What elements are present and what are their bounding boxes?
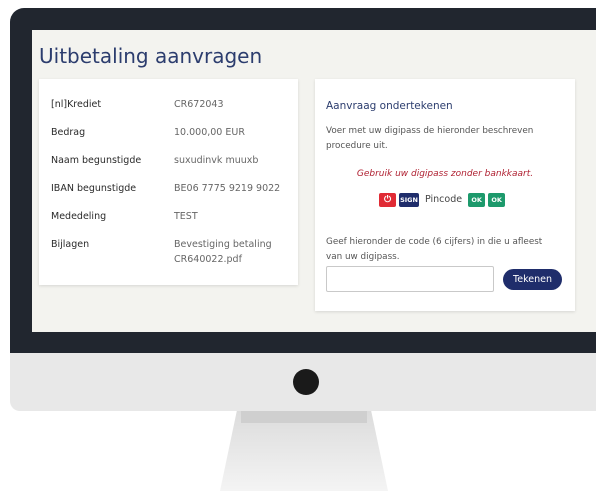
sign-title: Aanvraag ondertekenen [326, 100, 453, 112]
sign-instruction: Voer met uw digipass de hieronder beschr… [326, 126, 534, 151]
ok-key-icon: OK [488, 192, 506, 207]
power-icon: ⏻ [379, 192, 396, 207]
detail-label: Naam begunstigde [51, 155, 142, 166]
page-title: Uitbetaling aanvragen [39, 44, 263, 68]
attachment-link[interactable]: Bevestiging betaling CR640022.pdf [174, 237, 294, 267]
detail-value: suxudinvk muuxb [174, 155, 259, 166]
detail-label: Mededeling [51, 211, 107, 222]
screen: Uitbetaling aanvragen [nl]Krediet CR6720… [32, 30, 596, 332]
ok-key-icon: OK [468, 192, 486, 207]
payment-details-card: [nl]Krediet CR672043 Bedrag 10.000,00 EU… [39, 79, 298, 285]
sign-key-icon: SIGN [399, 192, 419, 207]
detail-label: IBAN begunstigde [51, 183, 137, 194]
pincode-label: Pincode [425, 194, 463, 205]
monitor-stand [220, 411, 388, 491]
digipass-procedure: ⏻ SIGN Pincode OK OK [379, 192, 506, 207]
detail-label: Bijlagen [51, 239, 90, 250]
detail-value: BE06 7775 9219 9022 [174, 183, 281, 194]
code-input[interactable] [326, 266, 494, 292]
monitor-stand-neck [241, 411, 367, 423]
detail-label: [nl]Krediet [51, 99, 102, 110]
detail-value: 10.000,00 EUR [174, 127, 245, 138]
monitor-camera-dot [293, 369, 319, 395]
tekenen-button[interactable]: Tekenen [503, 269, 562, 290]
code-instruction: Geef hieronder de code (6 cijfers) in di… [326, 237, 543, 262]
sign-warning: Gebruik uw digipass zonder bankkaart. [356, 169, 534, 179]
detail-value: TEST [174, 211, 198, 222]
sign-request-card: Aanvraag ondertekenen Voer met uw digipa… [315, 79, 575, 311]
detail-value: CR672043 [174, 99, 224, 110]
detail-label: Bedrag [51, 127, 86, 138]
